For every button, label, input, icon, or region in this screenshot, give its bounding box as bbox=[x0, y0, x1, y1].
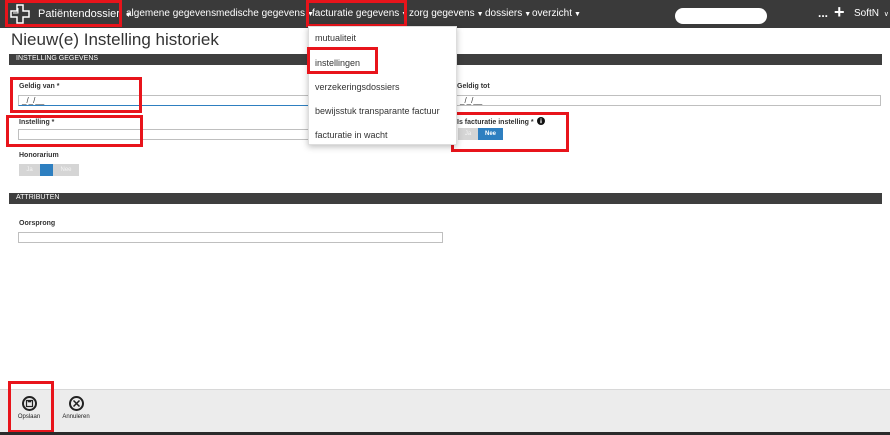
top-navigation-bar: Patiëntendossier ▼ algemene gegevens med… bbox=[0, 0, 890, 28]
honorarium-label: Honorarium bbox=[19, 152, 59, 159]
highlight-instelling bbox=[6, 115, 143, 147]
chevron-down-icon: ∨ bbox=[883, 11, 889, 18]
nav-dossiers[interactable]: dossiers ▼ bbox=[485, 8, 531, 19]
add-button[interactable]: + bbox=[834, 2, 845, 23]
geldig-tot-label: Geldig tot bbox=[457, 83, 490, 90]
menu-item-mutualiteit[interactable]: mutualiteit bbox=[315, 33, 356, 43]
section-header-attributen: ATTRIBUTEN bbox=[9, 193, 882, 204]
caret-down-icon: ▼ bbox=[476, 11, 484, 18]
nav-algemene-gegevens[interactable]: algemene gegevens bbox=[126, 8, 216, 19]
facturatie-dropdown-menu: mutualiteit instellingen verzekeringsdos… bbox=[308, 26, 457, 145]
highlight-geldig-van bbox=[10, 77, 142, 113]
honorarium-toggle[interactable]: Ja Nee bbox=[19, 164, 79, 176]
menu-item-bewijsstuk-transparante-factuur[interactable]: bewijsstuk transparante factuur bbox=[315, 106, 440, 116]
search-input[interactable] bbox=[675, 8, 767, 24]
section-title: INSTELLING GEGEVENS bbox=[16, 55, 99, 62]
toggle-slider[interactable] bbox=[40, 164, 53, 176]
highlight-is-facturatie bbox=[451, 112, 569, 152]
action-bar: Opslaan Annuleren bbox=[0, 389, 890, 432]
nav-overzicht[interactable]: overzicht ▼ bbox=[532, 8, 581, 19]
close-circle-icon bbox=[68, 396, 84, 411]
toggle-option-ja[interactable]: Ja bbox=[19, 164, 40, 176]
nav-zorg-gegevens[interactable]: zorg gegevens ▼ bbox=[409, 8, 484, 19]
caret-down-icon: ▼ bbox=[574, 11, 581, 18]
nav-medische-gegevens[interactable]: medische gegevens ▼ bbox=[216, 8, 314, 19]
user-menu[interactable]: SoftN ∨ bbox=[854, 8, 889, 19]
page-title: Nieuw(e) Instelling historiek bbox=[11, 30, 219, 49]
highlight-facturatie-nav bbox=[306, 0, 407, 27]
caret-down-icon: ▼ bbox=[524, 11, 532, 18]
highlight-app-menu bbox=[5, 0, 122, 27]
section-title: ATTRIBUTEN bbox=[16, 194, 60, 201]
highlight-save-button bbox=[8, 381, 54, 433]
oorsprong-label: Oorsprong bbox=[19, 220, 56, 227]
oorsprong-input[interactable] bbox=[18, 232, 443, 243]
geldig-tot-input[interactable]: _/_/__ bbox=[456, 95, 881, 106]
toggle-option-nee[interactable]: Nee bbox=[53, 164, 79, 176]
cancel-label: Annuleren bbox=[62, 414, 90, 420]
menu-item-verzekeringsdossiers[interactable]: verzekeringsdossiers bbox=[315, 82, 400, 92]
cancel-button[interactable]: Annuleren bbox=[58, 396, 94, 420]
highlight-instellingen-item bbox=[307, 47, 378, 74]
more-menu-button[interactable]: ... bbox=[818, 6, 828, 20]
menu-item-facturatie-in-wacht[interactable]: facturatie in wacht bbox=[315, 130, 388, 140]
